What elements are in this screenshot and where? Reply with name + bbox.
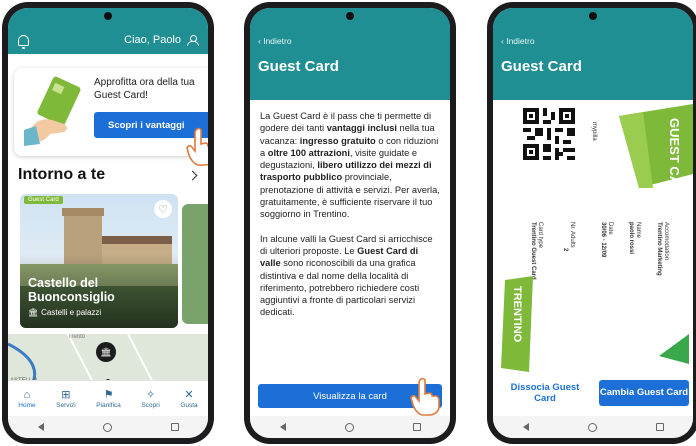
chevron-right-icon[interactable] <box>187 170 198 180</box>
greeting[interactable]: Ciao, Paolo <box>124 34 199 46</box>
system-nav-bar <box>250 416 450 438</box>
card-screen: ‹ Indietro Guest Card mypilla GUEST CARD… <box>493 8 693 438</box>
guest-card-promo: Approfitta ora della tua Guest Card! Sco… <box>14 68 208 156</box>
tab-label: Scopri <box>141 401 160 409</box>
card-brand-text: GUEST CARD <box>667 118 682 204</box>
map-pin-castle[interactable]: 🏛 <box>96 342 116 362</box>
tab-label: Servizi <box>56 401 76 409</box>
promo-text: Approfitta ora della tua Guest Card! <box>94 77 195 101</box>
unlink-card-button[interactable]: Dissocia Guest Card <box>501 382 589 404</box>
qr-code <box>523 108 575 160</box>
accommodation-label: Accomodation <box>663 222 669 261</box>
adults-value: 2 <box>562 248 568 252</box>
card-header: ‹ Indietro Guest Card <box>493 8 693 100</box>
phone-guest-card-info: ‹ Indietro Guest Card La Guest Card è il… <box>244 2 456 444</box>
hand-holding-card-illustration <box>24 76 81 146</box>
poi-category: 🏛 Castelli e palazzi <box>28 308 101 317</box>
recents-icon[interactable] <box>170 423 179 431</box>
name-value: paolo rossi <box>628 222 634 255</box>
back-link[interactable]: ‹ Indietro <box>501 36 535 46</box>
back-icon[interactable] <box>37 423 44 431</box>
grid-icon: ⊞ <box>61 388 71 401</box>
recents-icon[interactable] <box>412 423 421 431</box>
change-card-button[interactable]: Cambia Guest Card <box>599 380 689 406</box>
guest-card-display: mypilla GUEST CARD Accomodation Trentino… <box>493 100 693 372</box>
home-icon: ⌂ <box>23 388 31 401</box>
poi-category-label: Castelli e palazzi <box>41 308 102 317</box>
camera-notch <box>104 12 112 20</box>
heart-icon[interactable]: ♡ <box>154 200 172 218</box>
home-circle-icon[interactable] <box>344 422 354 432</box>
tab-pianifica[interactable]: ⚑ Pianifica <box>96 389 121 409</box>
tab-scopri[interactable]: ✧ Scopri <box>141 389 159 409</box>
back-icon[interactable] <box>279 423 286 431</box>
tap-hand-icon <box>410 377 440 416</box>
card-type-value: Trentino Guest Card <box>530 222 536 280</box>
camera-notch <box>589 12 597 20</box>
home-circle-icon[interactable] <box>587 422 597 432</box>
page-title: Guest Card <box>501 58 582 75</box>
tab-home[interactable]: ⌂ Home <box>18 389 35 409</box>
poi-title-line2: Buonconsiglio <box>28 290 115 304</box>
tab-label: Gusta <box>180 401 198 409</box>
guest-card-description: La Guest Card è il pass che ti permette … <box>260 110 440 331</box>
tab-gusta[interactable]: ✕ Gusta <box>180 389 197 409</box>
card-type-label: Card type <box>537 222 543 249</box>
recents-icon[interactable] <box>655 423 664 431</box>
description-paragraph-2: In alcune valli la Guest Card si arricch… <box>260 233 433 318</box>
map-label-city: Trento <box>68 334 86 340</box>
card-field-mypilla: mypilla <box>591 122 597 141</box>
tab-servizi[interactable]: ⊞ Servizi <box>56 389 76 409</box>
date-label: Date <box>607 222 613 235</box>
bell-icon[interactable] <box>18 35 29 49</box>
system-nav-bar <box>493 416 693 438</box>
tap-hand-icon <box>186 127 208 166</box>
phone-guest-card-view: ‹ Indietro Guest Card mypilla GUEST CARD… <box>487 2 696 444</box>
date-value: 30/06 - 12/09 <box>600 222 606 258</box>
back-label: Indietro <box>263 36 292 46</box>
phone-home: Ciao, Paolo Approfitta ora della tua Gue… <box>2 2 214 444</box>
home-screen: Ciao, Paolo Approfitta ora della tua Gue… <box>8 8 208 438</box>
tab-label: Pianifica <box>96 401 121 409</box>
trentino-logo-text: TRENTINO <box>511 286 523 343</box>
info-screen: ‹ Indietro Guest Card La Guest Card è il… <box>250 8 450 438</box>
nearby-title: Intorno a te <box>18 166 106 183</box>
user-icon <box>187 34 199 46</box>
tab-label: Home <box>18 401 36 409</box>
camera-notch <box>346 12 354 20</box>
card-corner-triangle <box>659 334 689 364</box>
next-poi-card-peek[interactable] <box>182 204 208 324</box>
back-icon[interactable] <box>522 423 529 431</box>
adults-label: Nr. Adults <box>569 222 575 248</box>
greeting-text: Ciao, Paolo <box>124 34 181 46</box>
page-title: Guest Card <box>258 58 339 75</box>
guest-card-badge: Guest Card <box>24 196 63 204</box>
nearby-section-header[interactable]: Intorno a te <box>18 166 198 184</box>
info-header: ‹ Indietro Guest Card <box>250 8 450 100</box>
compass-icon: ✧ <box>145 388 156 401</box>
poi-card-castle[interactable]: Guest Card ♡ Castello del Buonconsiglio … <box>20 194 178 328</box>
signpost-icon: ⚑ <box>103 388 114 401</box>
building-icon: 🏛 <box>28 308 39 317</box>
name-label: Name <box>635 222 641 239</box>
poi-title: Castello del Buonconsiglio <box>28 276 115 304</box>
home-circle-icon[interactable] <box>102 422 112 432</box>
bottom-tab-bar: ⌂ Home ⊞ Servizi ⚑ Pianifica ✧ Scopri ✕ … <box>8 380 208 416</box>
back-link[interactable]: ‹ Indietro <box>258 36 292 46</box>
accommodation-value: Trentino Marketing <box>656 222 662 276</box>
cutlery-icon: ✕ <box>184 388 194 401</box>
back-label: Indietro <box>506 36 535 46</box>
poi-title-line1: Castello del <box>28 276 99 290</box>
card-actions: Dissocia Guest Card Cambia Guest Card <box>501 380 689 406</box>
system-nav-bar <box>8 416 208 438</box>
description-paragraph-1: La Guest Card è il pass che ti permette … <box>260 111 440 220</box>
